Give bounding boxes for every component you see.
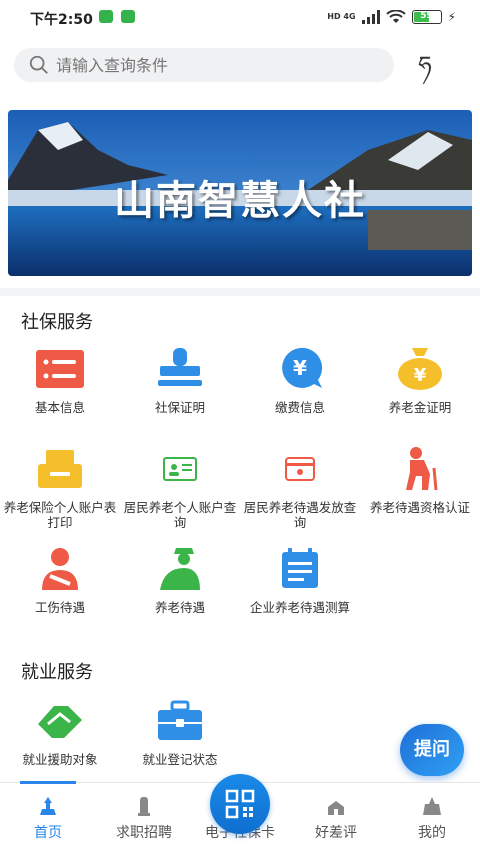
- service-enterprise-pension-calc[interactable]: 企业养老待遇测算: [240, 546, 360, 615]
- yuan-bubble-icon: ¥: [282, 347, 323, 388]
- battery-icon: 59: [411, 10, 442, 24]
- svg-text:¥: ¥: [293, 356, 307, 380]
- service-payment-info[interactable]: ¥ 缴费信息: [240, 346, 360, 415]
- search-icon: [29, 55, 48, 74]
- pagoda-icon: [40, 797, 56, 815]
- section-title-employment: 就业服务: [21, 662, 93, 683]
- elderly-green-icon: [160, 548, 200, 590]
- charging-icon: ⚡: [447, 10, 456, 24]
- section-title-social-security: 社保服务: [21, 312, 93, 333]
- banner[interactable]: 山南智慧人社: [8, 110, 472, 276]
- service-employment-assistance[interactable]: 就业援助对象: [0, 698, 120, 767]
- language-switch-button[interactable]: ཧ: [408, 50, 442, 80]
- tab-rating[interactable]: 好差评: [288, 783, 384, 853]
- service-pension-certificate[interactable]: ¥ 养老金证明: [360, 346, 480, 415]
- elderly-person-icon: [406, 447, 438, 491]
- service-basic-info[interactable]: 基本信息: [0, 346, 120, 415]
- status-time: 下午2:50: [30, 12, 93, 28]
- service-pension-qualification[interactable]: 养老待遇资格认证: [360, 446, 480, 515]
- tab-profile[interactable]: 我的: [384, 783, 480, 853]
- svg-text:¥: ¥: [414, 365, 427, 386]
- injured-worker-icon: [42, 548, 78, 590]
- wallet-icon: [285, 457, 315, 481]
- tab-home[interactable]: 首页: [0, 783, 96, 853]
- battery-level: 59: [420, 11, 433, 21]
- e-social-card-qr-button[interactable]: [210, 774, 270, 834]
- service-work-injury[interactable]: 工伤待遇: [0, 546, 120, 615]
- list-card-icon: [36, 350, 84, 388]
- briefcase-icon: [158, 700, 202, 740]
- money-bag-icon: ¥: [398, 348, 442, 390]
- service-employment-registration[interactable]: 就业登记状态: [120, 698, 240, 767]
- search-input[interactable]: [56, 55, 356, 75]
- network-type: HD 4G: [327, 12, 356, 21]
- prayer-wheel-icon: [138, 797, 150, 816]
- tab-job-search[interactable]: 求职招聘: [96, 783, 192, 853]
- search-bar[interactable]: [14, 48, 394, 82]
- calendar-list-icon: [282, 548, 318, 588]
- service-resident-pension-account[interactable]: 居民养老个人账户查询: [120, 446, 240, 530]
- handshake-icon: [38, 706, 82, 738]
- notification-icon: [99, 10, 113, 23]
- temple-icon: [423, 797, 441, 815]
- palace-icon: [328, 801, 344, 815]
- service-resident-pension-payout[interactable]: 居民养老待遇发放查询: [240, 446, 360, 530]
- id-card-icon: [163, 457, 197, 481]
- ask-question-button[interactable]: 提问: [400, 724, 464, 776]
- service-pension-benefits[interactable]: 养老待遇: [120, 546, 240, 615]
- printer-icon: [38, 450, 82, 488]
- service-pension-account-print[interactable]: 养老保险个人账户表打印: [0, 446, 120, 530]
- qr-code-icon: [225, 789, 255, 819]
- banner-title: 山南智慧人社: [114, 178, 366, 224]
- status-bar: 下午2:50 HD 4G 59 ⚡: [0, 0, 480, 34]
- signal-icon: [361, 10, 380, 24]
- wifi-icon: [385, 10, 406, 23]
- section-divider: [0, 288, 480, 296]
- stamp-icon: [158, 348, 202, 386]
- service-social-security-certificate[interactable]: 社保证明: [120, 346, 240, 415]
- notification-icon: [121, 10, 135, 23]
